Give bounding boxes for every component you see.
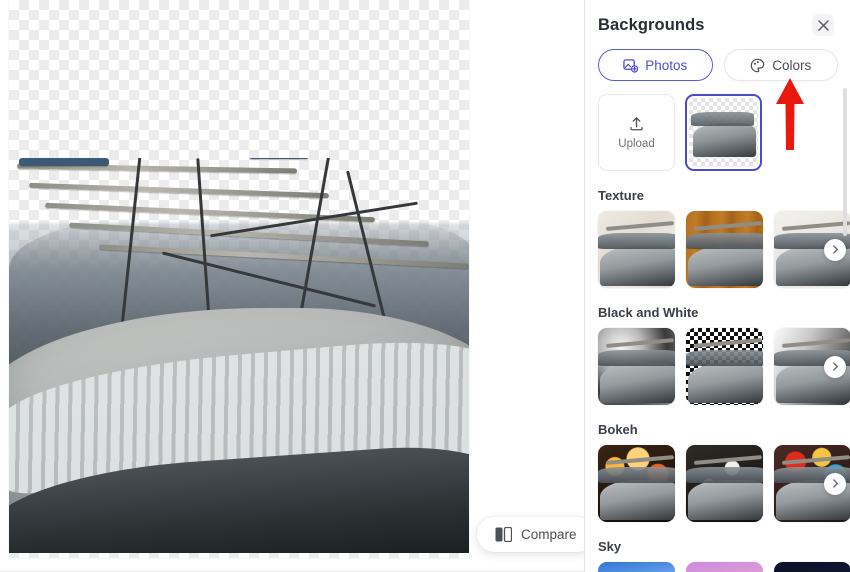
section-title-texture: Texture xyxy=(585,171,850,211)
spar-blue xyxy=(19,158,109,166)
thumbnail-pink-sunset-sky[interactable] xyxy=(686,562,763,572)
panel-scrollbar[interactable] xyxy=(843,88,847,548)
boat-cutout-image xyxy=(9,158,469,553)
carousel-texture xyxy=(585,211,850,288)
compare-button[interactable]: Compare xyxy=(477,517,585,552)
boat-overlay xyxy=(688,480,763,520)
section-title-black-and-white: Black and White xyxy=(585,288,850,328)
chevron-right-icon xyxy=(831,245,840,254)
thumbnail-strip: ZONE AI xyxy=(598,328,850,405)
carousel-sky xyxy=(585,562,850,572)
thumbnail-strip xyxy=(598,562,850,572)
chevron-right-icon xyxy=(831,362,840,371)
carousel-bokeh xyxy=(585,445,850,522)
boat-overlay xyxy=(688,246,763,286)
page-title: Backgrounds xyxy=(598,16,705,35)
close-button[interactable] xyxy=(812,14,834,36)
tab-photos[interactable]: Photos xyxy=(598,49,713,81)
thumbnail-grayscale-swirl[interactable] xyxy=(598,328,675,405)
thumbnail-orange-bokeh-lights[interactable] xyxy=(598,445,675,522)
thumbnail-checkered-optical-illusion[interactable] xyxy=(686,328,763,405)
upload-row: Upload xyxy=(585,81,850,171)
section-title-sky: Sky xyxy=(585,522,850,562)
section-title-bokeh: Bokeh xyxy=(585,405,850,445)
compare-split-icon xyxy=(495,527,512,542)
spar-blue xyxy=(249,158,309,159)
backgrounds-panel: Backgrounds Photos xyxy=(585,0,850,572)
thumbnail-strip xyxy=(598,211,850,288)
tab-colors-label: Colors xyxy=(772,58,811,73)
carousel-black-and-white: ZONE AI xyxy=(585,328,850,405)
thumbnail-transparent-selected[interactable] xyxy=(685,94,762,171)
chevron-right-icon xyxy=(831,479,840,488)
thumbnail-crumpled-paper[interactable] xyxy=(598,211,675,288)
upload-label: Upload xyxy=(618,138,654,150)
transparent-checker-preview xyxy=(689,98,758,167)
close-icon xyxy=(818,20,829,31)
panel-header: Backgrounds xyxy=(585,0,850,36)
thumbnail-starry-night-sky[interactable] xyxy=(774,562,850,572)
tab-colors[interactable]: Colors xyxy=(724,49,839,81)
boat-overlay xyxy=(688,363,763,403)
panel-scrollbar-thumb[interactable] xyxy=(843,88,847,236)
thumbnail-wood-planks[interactable] xyxy=(686,211,763,288)
add-image-icon xyxy=(623,58,638,73)
thumbnail-blue-sky-clouds[interactable] xyxy=(598,562,675,572)
canvas-area: Compare xyxy=(0,0,585,572)
tab-photos-label: Photos xyxy=(645,58,687,73)
upload-button[interactable]: Upload xyxy=(598,94,675,171)
panel-tabs: Photos Colors xyxy=(585,36,850,81)
mini-boat-preview xyxy=(693,123,756,157)
boat-overlay xyxy=(600,363,675,403)
transparent-canvas[interactable] xyxy=(9,0,469,558)
boat-overlay xyxy=(600,480,675,520)
background-editor-app: Compare Backgrounds Photos xyxy=(0,0,850,572)
palette-icon xyxy=(750,58,765,73)
thumbnail-strip xyxy=(598,445,850,522)
thumbnail-heart-bokeh-night[interactable] xyxy=(686,445,763,522)
boat-overlay xyxy=(600,246,675,286)
compare-label: Compare xyxy=(521,527,577,542)
upload-icon xyxy=(628,115,645,132)
